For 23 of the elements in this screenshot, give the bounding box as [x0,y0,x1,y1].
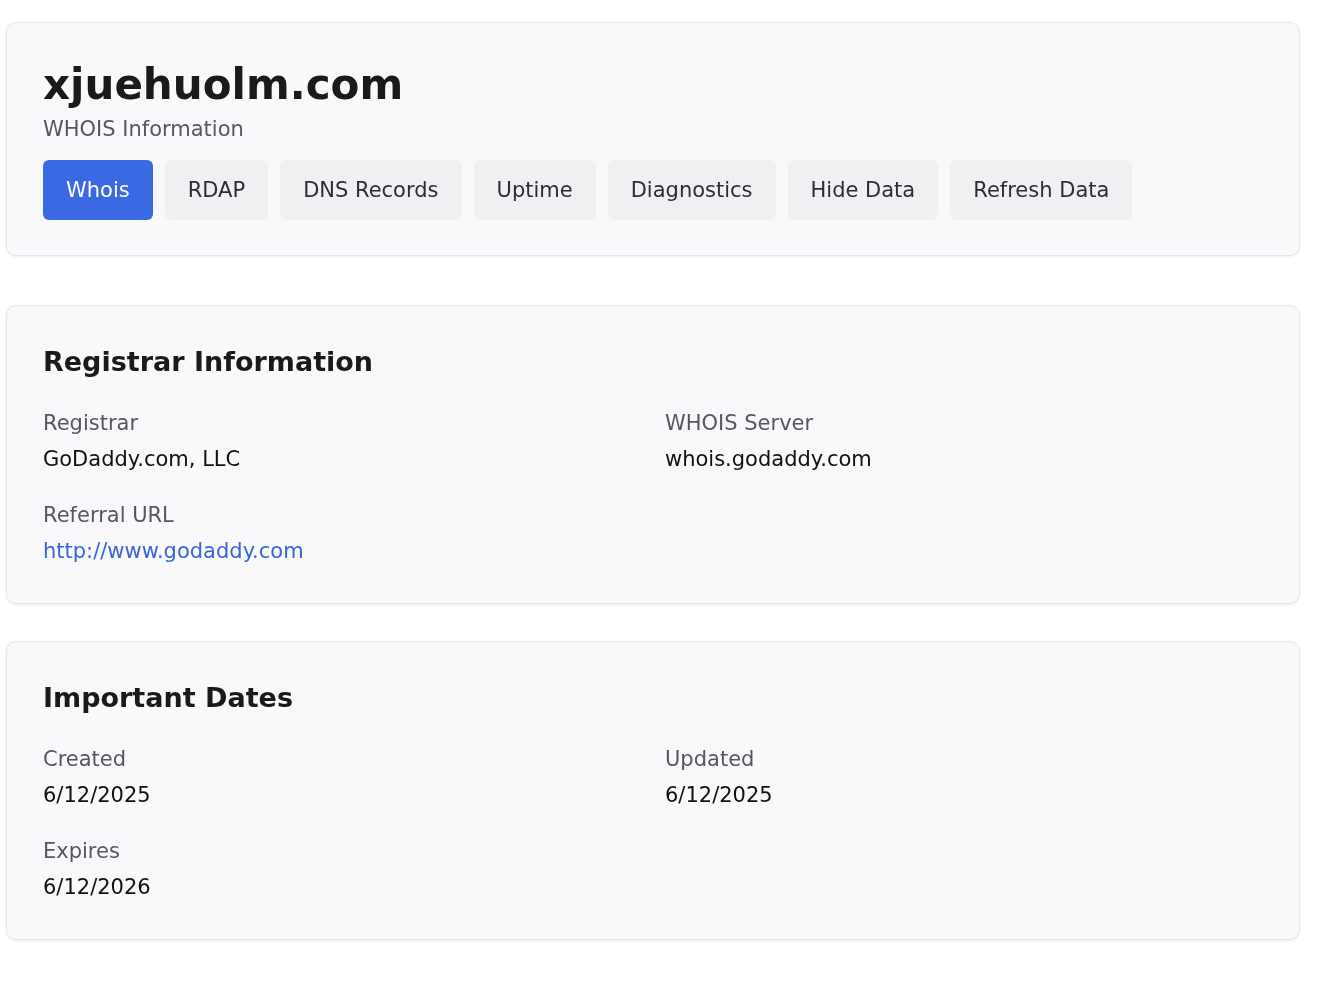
field-label: WHOIS Server [665,410,814,437]
tab[interactable]: DNS Records [280,160,462,220]
field-value: 6/12/2025 [665,782,773,809]
field-label: Referral URL [43,502,174,529]
field-value: GoDaddy.com, LLC [43,446,241,473]
field-label: Updated [665,746,755,773]
referral-link[interactable]: http://www.godaddy.com [43,535,304,567]
field-value: 6/12/2025 [43,782,151,809]
field-label: Expires [43,838,120,865]
tab[interactable]: Whois [43,160,153,220]
domain-title: xjuehuolm.com [43,59,405,111]
tab[interactable]: Hide Data [787,160,939,220]
field-label: Created [43,746,127,773]
field-value: 6/12/2026 [43,874,151,901]
field-value: whois.godaddy.com [665,446,872,473]
tab[interactable]: Diagnostics [607,160,776,220]
section-heading: Important Dates [43,681,294,715]
section-heading: Registrar Information [43,345,375,379]
tab[interactable]: Refresh Data [950,160,1133,220]
field-label: Registrar [43,410,139,437]
page-subtitle: WHOIS Information [43,116,245,143]
tab[interactable]: Uptime [473,160,596,220]
tab[interactable]: RDAP [164,160,269,220]
